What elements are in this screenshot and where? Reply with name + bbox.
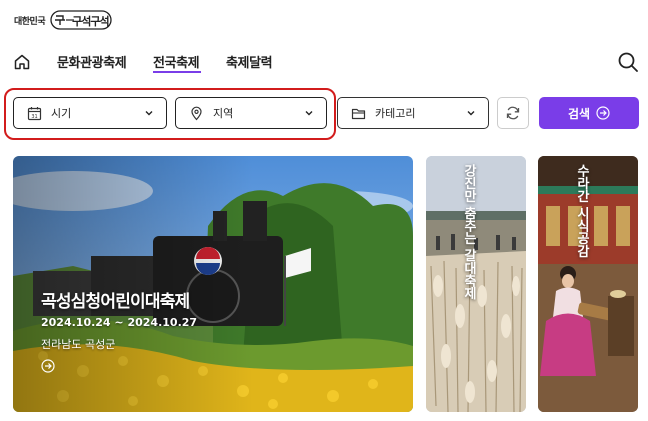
category-filter-dropdown[interactable]: 카테고리 [337, 97, 489, 129]
location-pin-icon [191, 106, 202, 120]
logo-brand-text: 구석구석 [72, 15, 109, 28]
region-filter-label: 지역 [213, 107, 234, 120]
chevron-down-icon [305, 111, 313, 116]
nav-active-underline [153, 71, 201, 73]
reset-filters-button[interactable] [497, 97, 529, 129]
featured-festival-title: 곡성심청어린이대축제 [41, 292, 190, 312]
chevron-down-icon [467, 111, 475, 116]
festival-card-royal-kitchen[interactable]: 수라간 시식공감 [538, 156, 638, 412]
festival-card-reeds[interactable]: 강진만 춤추는 갈대축제 [426, 156, 526, 412]
search-icon[interactable] [617, 51, 639, 73]
logo-gov-text: 대한민국 [14, 16, 46, 27]
search-button-label: 검색 [567, 106, 591, 121]
time-filter-dropdown[interactable]: 31 시기 [13, 97, 167, 129]
featured-festival-location: 전라남도 곡성군 [41, 338, 116, 351]
logo-brand-mark: 구석구석 [50, 10, 112, 30]
svg-text:31: 31 [31, 114, 37, 120]
arrow-right-circle-icon[interactable] [41, 359, 55, 373]
calendar-icon: 31 [27, 106, 42, 120]
nav-item-national-festival[interactable]: 전국축제 [153, 52, 200, 71]
festival-page: 대한민국 구석구석 문화관광축제 전국축제 축제달력 31 시기 지역 카테고리… [0, 0, 648, 421]
time-filter-label: 시기 [51, 107, 72, 120]
home-icon[interactable] [13, 53, 31, 71]
nav-item-festival-calendar[interactable]: 축제달력 [226, 52, 273, 71]
nav-item-culture-festival[interactable]: 문화관광축제 [57, 52, 127, 71]
festival-train-image [13, 156, 413, 412]
search-button[interactable]: 검색 [539, 97, 639, 129]
festival-card-reeds-title: 강진만 춤추는 갈대축제 [461, 164, 476, 300]
featured-festival-card[interactable]: 곡성심청어린이대축제 2024.10.24 ~ 2024.10.27 전라남도 … [13, 156, 413, 412]
featured-festival-dates: 2024.10.24 ~ 2024.10.27 [41, 316, 198, 329]
region-filter-dropdown[interactable]: 지역 [175, 97, 327, 129]
festival-card-royal-kitchen-title: 수라간 시식공감 [574, 164, 589, 258]
folder-icon [351, 108, 366, 119]
category-filter-label: 카테고리 [375, 107, 416, 120]
refresh-icon [506, 106, 520, 120]
site-logo[interactable]: 대한민국 구석구석 [14, 10, 112, 30]
main-nav: 문화관광축제 전국축제 축제달력 [0, 50, 648, 76]
arrow-right-circle-icon [596, 106, 610, 120]
chevron-down-icon [145, 111, 153, 116]
